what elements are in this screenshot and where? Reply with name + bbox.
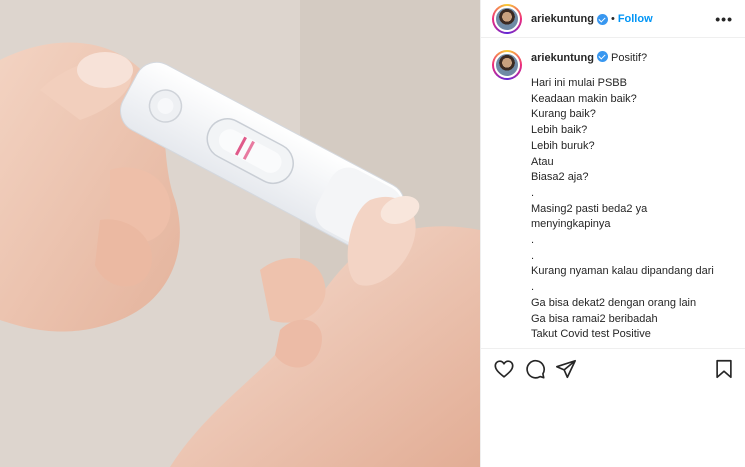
avatar-image: [494, 5, 520, 32]
caption-avatar[interactable]: [492, 50, 522, 80]
caption-verified-badge-icon: [596, 51, 608, 62]
caption-username[interactable]: ariekuntung: [531, 52, 594, 64]
pregnancy-test-photo: [0, 0, 480, 467]
post-side-panel: ariekuntung • Follow ••• ariekuntung Pos…: [480, 0, 745, 467]
caption-line: Takut Covid test Positive: [531, 328, 651, 341]
caption-avatar-image: [494, 52, 520, 78]
post-header: ariekuntung • Follow •••: [481, 0, 745, 38]
verified-badge-icon: [596, 14, 608, 25]
caption-line: .: [531, 234, 535, 247]
comment-icon[interactable]: [524, 358, 546, 380]
caption-title: Positif?: [611, 52, 648, 64]
more-options-icon[interactable]: •••: [715, 11, 733, 27]
caption-lines: Hari ini mulai PSBB Keadaan makin baik? …: [531, 76, 714, 343]
bookmark-icon[interactable]: [713, 358, 735, 380]
heart-icon[interactable]: [493, 358, 515, 380]
caption-line: .: [531, 249, 535, 262]
follow-button[interactable]: Follow: [618, 13, 653, 25]
caption-line: Kurang nyaman kalau dipandang dari: [531, 265, 714, 278]
caption-line: Lebih baik?: [531, 124, 588, 137]
caption-line: Hari ini mulai PSBB: [531, 77, 627, 89]
caption-line: .: [531, 281, 535, 294]
caption-line: Ga bisa ramai2 beribadah: [531, 312, 658, 325]
paper-plane-icon[interactable]: [555, 358, 577, 380]
caption-line: Ga bisa dekat2 dengan orang lain: [531, 296, 697, 309]
caption-line: .: [531, 186, 535, 199]
separator-dot: •: [610, 12, 615, 25]
caption-line: Masing2 pasti beda2 ya: [531, 202, 648, 215]
post-actions-bar: [481, 348, 745, 388]
caption-line: Lebih buruk?: [531, 139, 595, 152]
avatar[interactable]: [492, 3, 522, 34]
caption-text: ariekuntung Positif? Hari ini mulai PSBB…: [531, 50, 714, 343]
post-photo[interactable]: [0, 0, 480, 467]
caption-line: Kurang baik?: [531, 108, 596, 121]
caption-line: Atau: [531, 155, 554, 168]
caption: ariekuntung Positif? Hari ini mulai PSBB…: [492, 50, 733, 343]
post-caption-area: ariekuntung Positif? Hari ini mulai PSBB…: [481, 38, 745, 348]
username-link[interactable]: ariekuntung: [531, 13, 594, 25]
caption-line: menyingkapinya: [531, 218, 611, 231]
caption-line: Biasa2 aja?: [531, 171, 589, 184]
caption-line: Keadaan makin baik?: [531, 92, 637, 105]
instagram-post: ariekuntung • Follow ••• ariekuntung Pos…: [0, 0, 745, 467]
